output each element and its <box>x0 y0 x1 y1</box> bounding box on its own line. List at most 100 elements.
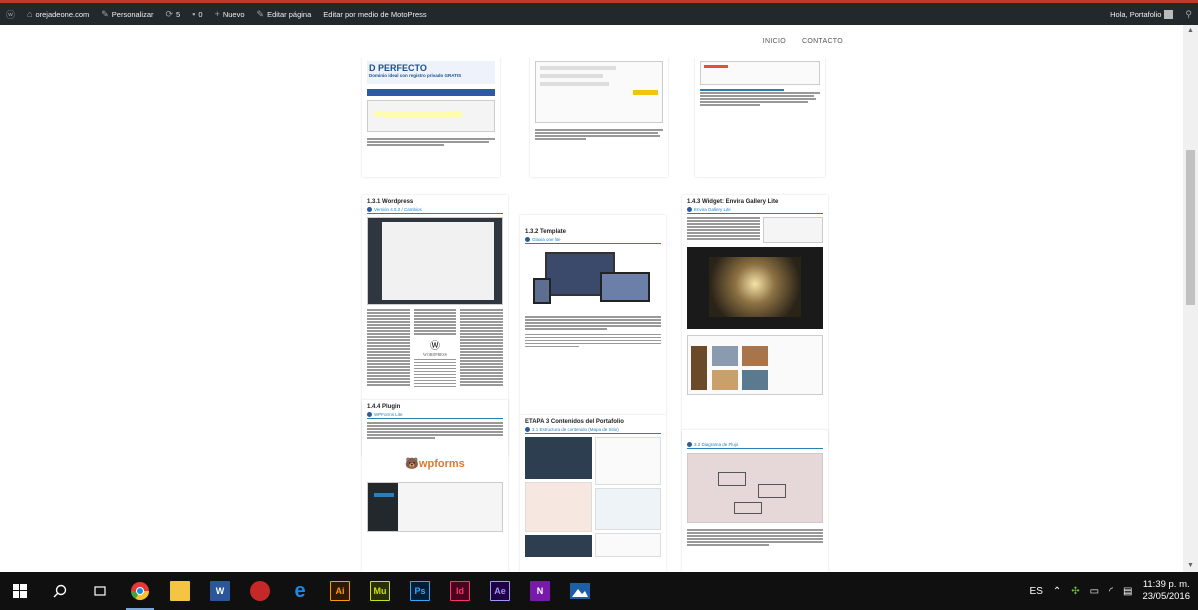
edge-icon: e <box>294 579 306 602</box>
page-thumbnail-envira[interactable]: 1.4.3 Widget: Envira Gallery Lite Envira… <box>682 195 828 445</box>
page-thumbnail-form[interactable] <box>530 57 668 177</box>
template-title: 1.3.2 Template <box>525 229 566 235</box>
taskbar-app-illustrator[interactable]: Ai <box>320 572 360 610</box>
home-icon: ⌂ <box>27 9 33 19</box>
sitemap-footer <box>525 535 592 557</box>
customize-link[interactable]: ✎ Personalizar <box>95 3 159 25</box>
customize-label: Personalizar <box>111 9 154 19</box>
template-subtitle: Glaxia one lite <box>532 237 561 242</box>
email-text <box>700 89 820 106</box>
network-icon[interactable]: ✣ <box>1071 586 1079 597</box>
search-icon: ⚲ <box>1185 8 1192 19</box>
nav-home-link[interactable]: INICIO <box>763 38 786 45</box>
refresh-icon: ⟳ <box>165 8 174 19</box>
gallery-thumb <box>691 346 707 390</box>
new-content-link[interactable]: + Nuevo <box>209 3 251 25</box>
taskbar-app-indesign[interactable]: Id <box>440 572 480 610</box>
taskbar-app-after-effects[interactable]: Ae <box>480 572 520 610</box>
form-text <box>535 129 663 140</box>
builder-button <box>374 492 394 497</box>
flow-box <box>758 484 786 498</box>
form-row <box>540 82 610 86</box>
start-button[interactable] <box>0 572 40 610</box>
domain-banner: D PERFECTO Dominio ideal con registro pr… <box>367 61 495 84</box>
word-icon: W <box>210 581 230 601</box>
wordpress-logo-icon: Ⓦ <box>430 340 440 352</box>
photoshop-icon: Ps <box>410 581 430 601</box>
form-row <box>540 66 616 70</box>
site-name-link[interactable]: ⌂ orejadeone.com <box>21 3 95 25</box>
wpforms-bear-icon: 🐻 <box>405 457 419 470</box>
taskbar-app-file-explorer[interactable] <box>160 572 200 610</box>
page-thumbnail-email[interactable] <box>695 57 825 177</box>
system-clock[interactable]: 11:39 p. m. 23/05/2016 <box>1142 579 1190 603</box>
sitemap-hero <box>525 437 592 479</box>
onenote-icon: N <box>530 581 550 601</box>
clock-time: 11:39 p. m. <box>1142 579 1190 590</box>
wordpress-icon: ⓦ <box>6 9 16 20</box>
page-thumbnail-flowchart[interactable]: 3.2 Diagrama de Flujo <box>682 430 828 572</box>
flow-box <box>718 472 746 486</box>
sitemap-about <box>594 437 661 485</box>
taskbar-app-chrome[interactable] <box>120 572 160 610</box>
updates-link[interactable]: ⟳ 5 <box>159 3 186 25</box>
comments-link[interactable]: ▪ 0 <box>186 3 208 25</box>
edit-page-link[interactable]: ✎ Editar página <box>251 3 318 25</box>
chevron-up-icon[interactable]: ⌃ <box>1053 586 1061 597</box>
language-indicator[interactable]: ES <box>1030 586 1043 597</box>
page-thumbnail-template[interactable]: 1.3.2 Template Glaxia one lite <box>520 215 666 415</box>
taskbar-app-onenote[interactable]: N <box>520 572 560 610</box>
gallery-thumb <box>712 346 738 366</box>
page-thumbnail-wpforms[interactable]: 1.4.4 Plugin WPForms Lite 🐻wpforms <box>362 400 508 572</box>
admin-search-button[interactable]: ⚲ <box>1179 3 1198 25</box>
comment-icon: ▪ <box>192 9 196 19</box>
taskbar-app-word[interactable]: W <box>200 572 240 610</box>
taskbar-app-edge[interactable]: e <box>280 572 320 610</box>
clock-date: 23/05/2016 <box>1142 591 1190 602</box>
scrollbar-thumb[interactable] <box>1186 150 1195 305</box>
domain-bar <box>367 89 495 96</box>
task-view-button[interactable] <box>80 572 120 610</box>
action-center-icon[interactable]: ▤ <box>1123 586 1132 597</box>
muse-icon: Mu <box>370 581 390 601</box>
wordpress-title: 1.3.1 Wordpress <box>367 199 414 205</box>
page-scrollbar[interactable]: ▲ ▼ <box>1183 25 1198 572</box>
scroll-up-arrow-icon[interactable]: ▲ <box>1183 25 1198 37</box>
sitemap-title: ETAPA 3 Contenidos del Portafolio <box>525 419 624 425</box>
wordpress-logo-button[interactable]: ⓦ <box>0 3 21 25</box>
wpforms-title: 1.4.4 Plugin <box>367 404 401 410</box>
search-icon <box>53 584 67 598</box>
wifi-icon[interactable]: ◜ <box>1109 586 1113 597</box>
wordpress-logo-text: WORDPRESS <box>423 351 448 357</box>
domain-text <box>367 138 495 146</box>
brush-icon: ✎ <box>101 8 109 19</box>
greeting-label: Hola, Portafolio <box>1110 9 1162 19</box>
taskbar-app-photos[interactable] <box>560 572 600 610</box>
taskbar-app-photoshop[interactable]: Ps <box>400 572 440 610</box>
template-text <box>525 316 661 330</box>
tablet-mockup <box>533 278 551 304</box>
domain-form-field <box>374 111 463 117</box>
sitemap-extra <box>594 533 661 557</box>
battery-icon[interactable]: ▭ <box>1090 586 1099 597</box>
envira-title: 1.4.3 Widget: Envira Gallery Lite <box>687 199 779 205</box>
system-tray: ES ⌃ ✣ ▭ ◜ ▤ 11:39 p. m. 23/05/2016 <box>1030 579 1198 603</box>
email-row <box>704 65 728 68</box>
user-account-menu[interactable]: Hola, Portafolio <box>1104 3 1179 25</box>
gallery-photo <box>709 257 801 317</box>
taskbar-app-muse[interactable]: Mu <box>360 572 400 610</box>
sitemap-contact <box>594 488 661 530</box>
search-button[interactable] <box>40 572 80 610</box>
domain-subtitle: Dominio ideal con registro privado GRATI… <box>369 73 462 78</box>
sitemap-subtitle-row: 3.1 Estructura de contenido (Mapa de Sit… <box>525 427 661 434</box>
site-navigation: INICIO CONTACTO <box>0 25 1183 57</box>
envira-lightbox-screenshot <box>687 247 823 329</box>
page-thumbnail-domain[interactable]: D PERFECTO Dominio ideal con registro pr… <box>362 57 500 177</box>
page-thumbnail-sitemap[interactable]: ETAPA 3 Contenidos del Portafolio 3.1 Es… <box>520 415 666 572</box>
windows-logo-icon <box>13 584 27 598</box>
motopress-link[interactable]: Editar por medio de MotoPress <box>317 3 432 25</box>
envira-subtitle-row: Envira Gallery Lite <box>687 207 823 214</box>
nav-contact-link[interactable]: CONTACTO <box>802 38 843 45</box>
taskbar-app-red[interactable] <box>240 572 280 610</box>
scroll-down-arrow-icon[interactable]: ▼ <box>1183 560 1198 572</box>
